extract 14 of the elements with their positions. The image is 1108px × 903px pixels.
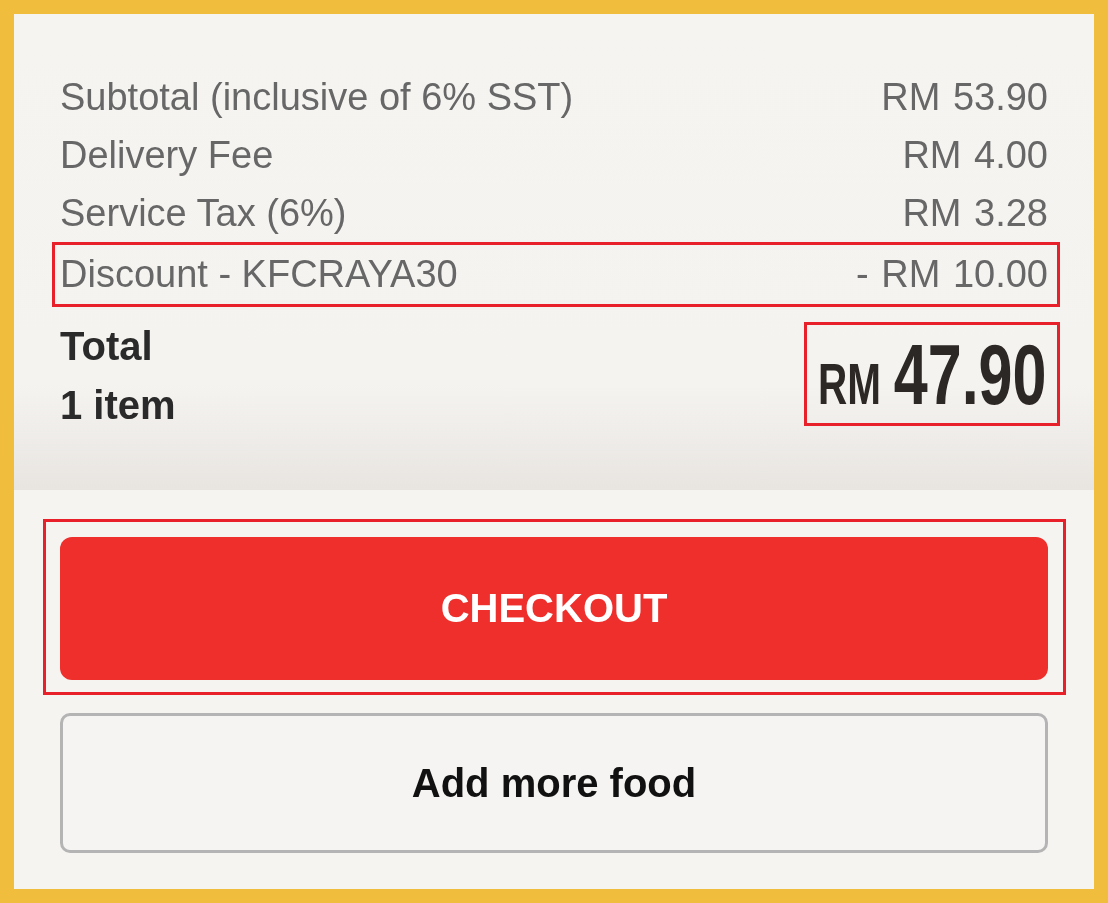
summary-amount: RM 3.28 [902,191,1048,235]
add-more-food-button[interactable]: Add more food [60,713,1048,853]
summary-amount: RM 4.00 [902,133,1048,177]
total-currency: RM [818,351,881,418]
summary-label: Discount - KFCRAYA30 [60,253,458,296]
item-count: 1 item [60,382,176,429]
summary-label: Subtotal (inclusive of 6% SST) [60,75,574,119]
summary-amount: RM 53.90 [881,75,1048,119]
total-label: Total [60,323,153,370]
summary-amount: - RM 10.00 [856,253,1048,296]
summary-label: Delivery Fee [60,133,274,177]
summary-label: Service Tax (6%) [60,191,347,235]
checkout-button[interactable]: CHECKOUT [60,537,1048,680]
total-amount: 47.90 [893,331,1047,417]
